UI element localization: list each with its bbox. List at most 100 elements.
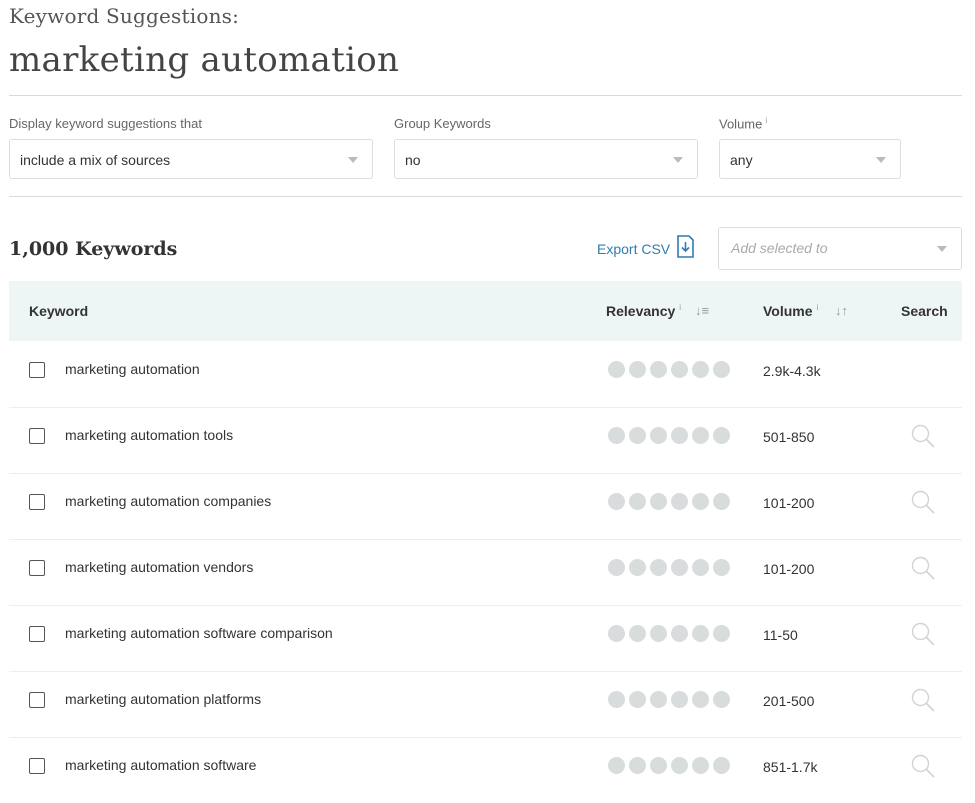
relevancy-dot — [713, 559, 730, 576]
column-header-keyword[interactable]: Keyword — [29, 303, 88, 319]
relevancy-dot — [650, 427, 667, 444]
row-checkbox[interactable] — [29, 626, 45, 642]
search-icon[interactable] — [910, 687, 936, 713]
volume-value: 11-50 — [763, 627, 798, 643]
volume-value: 101-200 — [763, 561, 815, 577]
relevancy-dot — [713, 691, 730, 708]
page-title: marketing automation — [9, 40, 400, 80]
volume-filter-select[interactable]: any — [719, 139, 901, 179]
keyword-text: marketing automation platforms — [65, 691, 262, 707]
relevancy-dot — [608, 757, 625, 774]
relevancy-dot — [629, 757, 646, 774]
display-filter-label: Display keyword suggestions that — [9, 116, 202, 131]
chevron-down-icon — [673, 157, 683, 163]
table-row: marketing automation software 851-1.7k — [9, 737, 962, 803]
relevancy-dots — [608, 361, 734, 379]
relevancy-dot — [713, 493, 730, 510]
volume-value: 201-500 — [763, 693, 815, 709]
divider — [9, 95, 962, 96]
table-row: marketing automation companies 101-200 — [9, 473, 962, 540]
relevancy-dot — [608, 691, 625, 708]
relevancy-dot — [713, 361, 730, 378]
row-checkbox[interactable] — [29, 560, 45, 576]
search-icon[interactable] — [910, 621, 936, 647]
relevancy-dot — [650, 559, 667, 576]
table-row: marketing automation 2.9k-4.3k — [9, 341, 962, 408]
relevancy-dot — [671, 757, 688, 774]
info-icon[interactable]: i — [817, 303, 819, 312]
relevancy-dot — [692, 493, 709, 510]
relevancy-dot — [650, 361, 667, 378]
relevancy-dot — [608, 559, 625, 576]
relevancy-dot — [692, 361, 709, 378]
display-filter-select[interactable]: include a mix of sources — [9, 139, 373, 179]
export-csv-link[interactable]: Export CSV — [597, 241, 670, 257]
relevancy-dot — [692, 757, 709, 774]
row-checkbox[interactable] — [29, 494, 45, 510]
relevancy-dot — [713, 625, 730, 642]
relevancy-dot — [650, 691, 667, 708]
relevancy-dot — [671, 427, 688, 444]
relevancy-dot — [608, 493, 625, 510]
volume-value: 851-1.7k — [763, 759, 818, 775]
relevancy-dot — [671, 559, 688, 576]
chevron-down-icon — [937, 246, 947, 252]
info-icon[interactable]: i — [765, 116, 767, 125]
relevancy-dot — [629, 493, 646, 510]
table-row: marketing automation vendors 101-200 — [9, 539, 962, 606]
keyword-text: marketing automation software — [65, 757, 257, 773]
table-header: Keyword Relevancy i ↓≡ Volume i ↓↑ Search — [9, 281, 962, 341]
keyword-text: marketing automation vendors — [65, 559, 254, 575]
relevancy-dot — [608, 427, 625, 444]
column-header-volume[interactable]: Volume i — [763, 303, 818, 319]
relevancy-dot — [608, 361, 625, 378]
relevancy-dot — [713, 757, 730, 774]
group-filter-select[interactable]: no — [394, 139, 698, 179]
table-row: marketing automation tools 501-850 — [9, 407, 962, 474]
group-filter-label: Group Keywords — [394, 116, 491, 131]
search-icon[interactable] — [910, 423, 936, 449]
add-selected-dropdown[interactable]: Add selected to — [718, 227, 962, 270]
relevancy-dots — [608, 559, 734, 577]
volume-filter-label-text: Volume — [719, 116, 763, 132]
group-filter-value: no — [405, 152, 421, 168]
info-icon[interactable]: i — [679, 303, 681, 312]
relevancy-dot — [671, 625, 688, 642]
row-checkbox[interactable] — [29, 758, 45, 774]
relevancy-dot — [671, 691, 688, 708]
relevancy-dot — [629, 361, 646, 378]
column-header-relevancy[interactable]: Relevancy i — [606, 303, 681, 319]
add-selected-placeholder: Add selected to — [731, 240, 828, 256]
search-icon[interactable] — [910, 489, 936, 515]
relevancy-dot — [629, 691, 646, 708]
chevron-down-icon — [348, 157, 358, 163]
keyword-text: marketing automation tools — [65, 427, 234, 443]
sort-desc-icon[interactable]: ↓≡ — [695, 303, 709, 318]
relevancy-dot — [692, 559, 709, 576]
row-checkbox[interactable] — [29, 362, 45, 378]
volume-filter-label: Volume i — [719, 116, 767, 131]
relevancy-dot — [629, 559, 646, 576]
relevancy-dot — [608, 625, 625, 642]
relevancy-dot — [671, 361, 688, 378]
search-icon[interactable] — [910, 753, 936, 779]
volume-value: 101-200 — [763, 495, 815, 511]
relevancy-dots — [608, 757, 734, 775]
relevancy-dot — [692, 427, 709, 444]
relevancy-dot — [713, 427, 730, 444]
keyword-text: marketing automation companies — [65, 493, 272, 509]
table-row: marketing automation software comparison… — [9, 605, 962, 672]
download-icon[interactable] — [677, 235, 694, 258]
sort-icon[interactable]: ↓↑ — [835, 303, 848, 318]
search-icon[interactable] — [910, 555, 936, 581]
relevancy-dot — [650, 625, 667, 642]
relevancy-dots — [608, 691, 734, 709]
column-header-volume-label: Volume — [763, 303, 813, 319]
relevancy-dot — [692, 691, 709, 708]
volume-value: 2.9k-4.3k — [763, 363, 821, 379]
volume-value: 501-850 — [763, 429, 815, 445]
relevancy-dot — [650, 493, 667, 510]
page-subtitle: Keyword Suggestions: — [9, 4, 240, 28]
row-checkbox[interactable] — [29, 692, 45, 708]
row-checkbox[interactable] — [29, 428, 45, 444]
